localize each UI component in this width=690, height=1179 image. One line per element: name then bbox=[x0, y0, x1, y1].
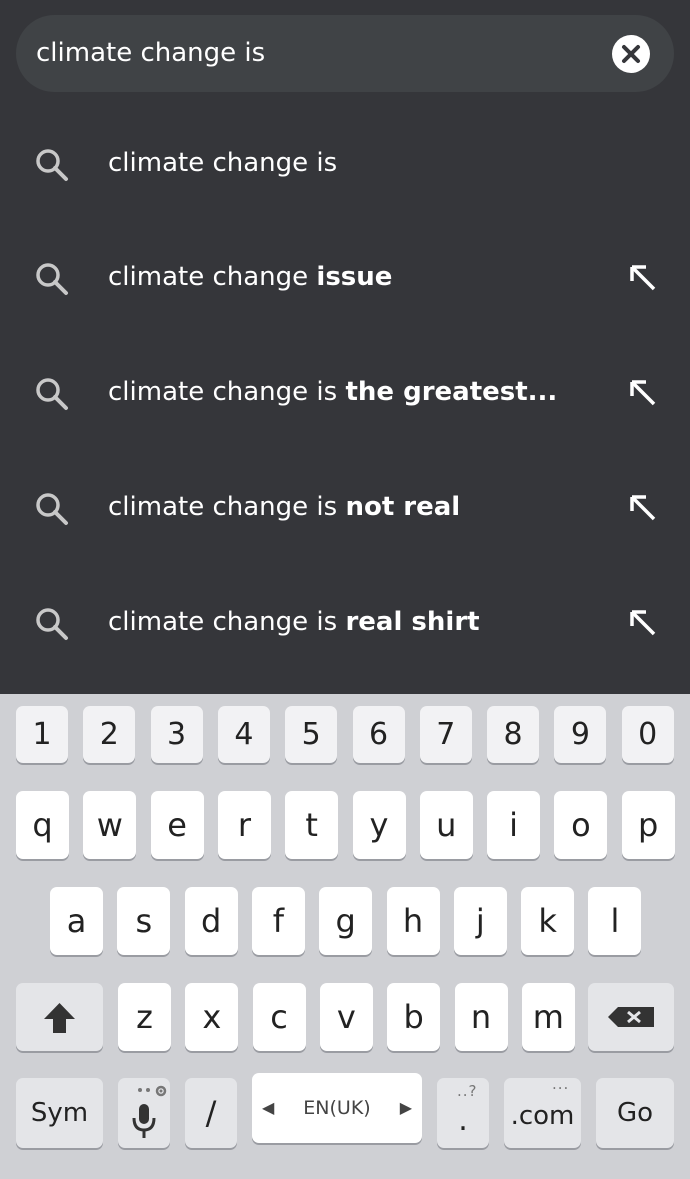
suggestion-item[interactable]: climate change is real shirt bbox=[0, 566, 690, 680]
letter-key[interactable]: m bbox=[521, 983, 575, 1051]
search-icon bbox=[36, 608, 68, 640]
suggestion-text: climate change issue bbox=[108, 262, 393, 292]
number-key[interactable]: 7 bbox=[419, 706, 472, 763]
letter-key[interactable]: t bbox=[285, 791, 339, 859]
number-key[interactable]: 0 bbox=[621, 706, 674, 763]
suggestion-text: climate change is the greatest... bbox=[108, 377, 558, 407]
number-key[interactable]: 5 bbox=[285, 706, 338, 763]
letter-key[interactable]: q bbox=[16, 791, 69, 859]
suggestion-item[interactable]: climate change is the greatest... bbox=[0, 336, 690, 450]
fill-query-arrow-icon[interactable] bbox=[628, 493, 658, 523]
fill-query-arrow-icon[interactable] bbox=[628, 378, 658, 408]
letter-key[interactable]: h bbox=[386, 887, 440, 955]
letter-key[interactable]: b bbox=[387, 983, 441, 1051]
voice-input-key[interactable] bbox=[118, 1078, 170, 1148]
letter-key[interactable]: u bbox=[419, 791, 473, 859]
number-key[interactable]: 6 bbox=[352, 706, 405, 763]
suggestion-text: climate change is real shirt bbox=[108, 607, 480, 637]
search-icon bbox=[36, 493, 68, 525]
letter-key[interactable]: y bbox=[352, 791, 406, 859]
suggestion-text: climate change is not real bbox=[108, 492, 461, 522]
number-key[interactable]: 4 bbox=[217, 706, 270, 763]
keyboard: 1234567890 qwertyuiop asdfghjkl zxcvbnm Sym bbox=[0, 694, 690, 1179]
letter-key[interactable]: k bbox=[521, 887, 575, 955]
letter-key[interactable]: f bbox=[251, 887, 305, 955]
letter-key[interactable]: j bbox=[453, 887, 507, 955]
suggestion-item[interactable]: climate change issue bbox=[0, 221, 690, 335]
letter-key[interactable]: g bbox=[319, 887, 373, 955]
letter-key[interactable]: l bbox=[588, 887, 642, 955]
backspace-icon bbox=[608, 1007, 654, 1027]
suggestion-text: climate change is bbox=[108, 148, 338, 178]
close-icon bbox=[622, 45, 640, 63]
letter-key[interactable]: p bbox=[621, 791, 675, 859]
number-key[interactable]: 9 bbox=[554, 706, 607, 763]
letter-key[interactable]: o bbox=[554, 791, 608, 859]
letter-key[interactable]: i bbox=[487, 791, 541, 859]
slash-key[interactable]: / bbox=[185, 1078, 237, 1148]
search-icon bbox=[36, 263, 68, 295]
period-key[interactable]: ..? . bbox=[437, 1078, 489, 1148]
search-input[interactable]: climate change is bbox=[36, 37, 265, 69]
letter-key[interactable]: w bbox=[83, 791, 137, 859]
chevron-right-icon: ▶ bbox=[399, 1098, 412, 1117]
shift-key[interactable] bbox=[16, 983, 103, 1051]
letter-key[interactable]: a bbox=[50, 887, 103, 955]
go-key[interactable]: Go bbox=[596, 1078, 674, 1148]
backspace-key[interactable] bbox=[588, 983, 674, 1051]
letter-key[interactable]: v bbox=[319, 983, 373, 1051]
space-key[interactable]: ◀ EN(UK) ▶ bbox=[252, 1073, 422, 1143]
number-key[interactable]: 3 bbox=[150, 706, 203, 763]
chevron-left-icon: ◀ bbox=[262, 1098, 275, 1117]
shift-arrow-icon bbox=[44, 1003, 75, 1033]
sym-key[interactable]: Sym bbox=[16, 1078, 103, 1148]
number-key[interactable]: 8 bbox=[487, 706, 540, 763]
dotcom-key[interactable]: ... .com bbox=[504, 1075, 581, 1148]
letter-key[interactable]: d bbox=[184, 887, 238, 955]
number-key[interactable]: 1 bbox=[16, 706, 68, 763]
letter-key[interactable]: e bbox=[150, 791, 204, 859]
search-bar[interactable]: climate change is bbox=[16, 15, 674, 92]
letter-key[interactable]: n bbox=[454, 983, 508, 1051]
letter-key[interactable]: r bbox=[217, 791, 271, 859]
letter-key[interactable]: z bbox=[118, 983, 171, 1051]
fill-query-arrow-icon[interactable] bbox=[628, 263, 658, 293]
letter-key[interactable]: s bbox=[117, 887, 171, 955]
gear-icon bbox=[155, 1085, 167, 1097]
letter-key[interactable]: x bbox=[185, 983, 239, 1051]
suggestion-item[interactable]: climate change is not real bbox=[0, 451, 690, 565]
search-icon bbox=[36, 378, 68, 410]
letter-key[interactable]: c bbox=[252, 983, 306, 1051]
number-key[interactable]: 2 bbox=[83, 706, 136, 763]
clear-search-button[interactable] bbox=[612, 35, 650, 73]
search-icon bbox=[36, 149, 68, 181]
suggestion-item[interactable]: climate change is bbox=[0, 107, 690, 221]
fill-query-arrow-icon[interactable] bbox=[628, 608, 658, 638]
